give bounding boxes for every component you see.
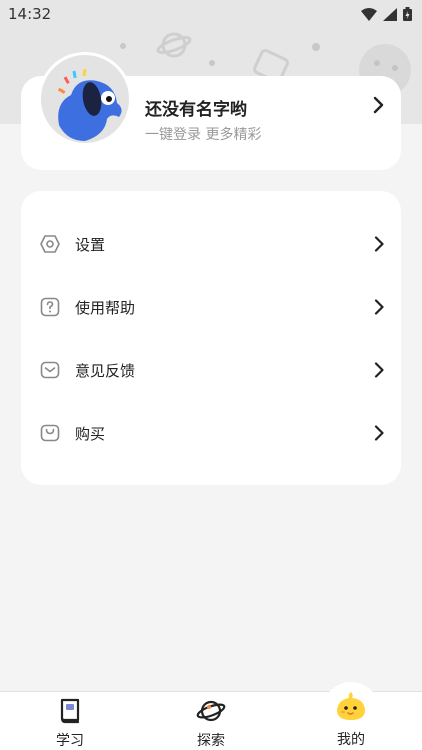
menu-item-purchase[interactable]: 购买 xyxy=(21,403,401,463)
tab-study[interactable]: 学习 xyxy=(30,692,110,750)
shopping-bag-icon xyxy=(40,424,60,442)
status-bar: 14:32 xyxy=(0,0,422,28)
menu-item-help[interactable]: 使用帮助 xyxy=(21,277,401,337)
chevron-right-icon xyxy=(374,425,384,441)
menu-item-label: 购买 xyxy=(75,424,106,443)
battery-icon xyxy=(403,7,412,21)
planet-icon xyxy=(196,700,226,722)
chevron-right-icon xyxy=(374,299,384,315)
menu-item-feedback[interactable]: 意见反馈 xyxy=(21,340,401,400)
settings-icon xyxy=(40,235,60,253)
tab-label: 学习 xyxy=(56,733,84,749)
chevron-right-icon xyxy=(374,236,384,252)
mascot-avatar-icon xyxy=(57,68,122,141)
feedback-icon xyxy=(40,361,60,379)
tab-me[interactable]: 我的 xyxy=(311,691,391,750)
status-icons xyxy=(361,7,412,21)
status-time: 14:32 xyxy=(8,5,52,23)
menu-item-label: 设置 xyxy=(75,235,106,254)
tab-explore[interactable]: 探索 xyxy=(171,692,251,750)
tab-label: 我的 xyxy=(337,732,365,748)
chevron-right-icon xyxy=(374,362,384,378)
mascot-face-icon xyxy=(337,692,365,720)
login-prompt[interactable]: 一键登录 更多精彩 xyxy=(145,124,261,144)
wifi-icon xyxy=(361,7,377,21)
signal-icon xyxy=(383,7,397,21)
menu-card: 设置 使用帮助 意见反馈 购买 xyxy=(21,191,401,485)
chevron-right-icon[interactable] xyxy=(372,96,384,114)
tab-label: 探索 xyxy=(197,733,225,749)
menu-item-label: 意见反馈 xyxy=(75,361,136,380)
avatar[interactable] xyxy=(38,52,132,146)
menu-item-settings[interactable]: 设置 xyxy=(21,214,401,274)
menu-item-label: 使用帮助 xyxy=(75,298,136,317)
profile-name[interactable]: 还没有名字哟 xyxy=(145,95,247,120)
help-icon xyxy=(40,297,60,317)
book-icon xyxy=(60,698,80,724)
